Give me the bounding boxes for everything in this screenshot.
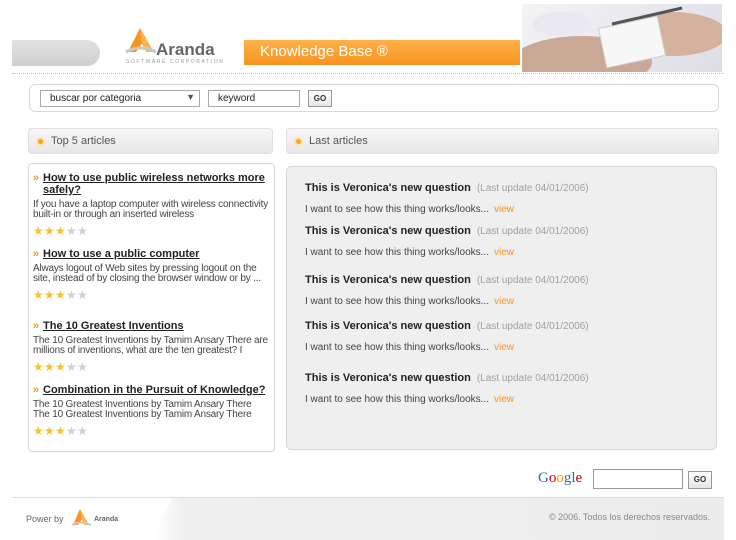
- google-letter: o: [556, 470, 564, 486]
- star-icon[interactable]: ★: [33, 225, 44, 237]
- site-footer: Power by Aranda © 2006. Todos los derech…: [12, 498, 724, 540]
- footer-logo-word: Aranda: [94, 516, 119, 523]
- category-select[interactable]: buscar por categoria ▼: [40, 90, 200, 107]
- article-description: The 10 Greatest Inventions by Tamim Ansa…: [33, 335, 268, 356]
- copyright-text: © 2006. Todos los derechos reservados.: [548, 512, 710, 522]
- last-articles-panel: This is Veronica's new question (Last upd…: [286, 166, 717, 450]
- search-go-button[interactable]: GO: [308, 90, 332, 107]
- last-update-text: (Last update 04/01/2006): [476, 226, 589, 237]
- page-title: Knowledge Base ®: [260, 43, 388, 60]
- rating-stars: ★★★★★: [33, 425, 269, 437]
- last-article-item: This is Veronica's new question (Last upd…: [305, 320, 705, 353]
- view-link[interactable]: view: [494, 394, 514, 405]
- logo-word: Aranda: [156, 40, 215, 59]
- star-icon[interactable]: ★: [77, 289, 88, 301]
- star-icon[interactable]: ★: [66, 289, 77, 301]
- star-icon[interactable]: ★: [77, 225, 88, 237]
- rating-stars: ★★★★★: [33, 225, 269, 237]
- last-update-text: (Last update 04/01/2006): [476, 373, 589, 384]
- chevron-down-icon[interactable]: ▼: [186, 92, 195, 102]
- power-by-text: Power by: [26, 514, 64, 524]
- last-articles-section-header: Last articles: [286, 128, 719, 154]
- google-letter: e: [575, 470, 583, 486]
- article-title-link[interactable]: How to use a public computer: [33, 248, 269, 260]
- star-icon[interactable]: ★: [33, 425, 44, 437]
- rating-stars: ★★★★★: [33, 361, 269, 373]
- star-icon[interactable]: ★: [33, 289, 44, 301]
- header-photo-hands-pen: [522, 4, 722, 72]
- bullet-icon: [36, 137, 45, 146]
- question-link[interactable]: This is Veronica's new question: [305, 320, 471, 332]
- star-icon[interactable]: ★: [77, 425, 88, 437]
- logo-subtext: SOFTWARE CORPORATION: [126, 59, 225, 65]
- question-link[interactable]: This is Veronica's new question: [305, 225, 471, 237]
- question-link[interactable]: This is Veronica's new question: [305, 274, 471, 286]
- google-go-button[interactable]: GO: [688, 471, 712, 489]
- star-icon[interactable]: ★: [66, 425, 77, 437]
- question-description: I want to see how this thing works/looks…: [305, 247, 489, 258]
- article-title-link[interactable]: The 10 Greatest Inventions: [33, 320, 269, 332]
- question-description: I want to see how this thing works/looks…: [305, 296, 489, 307]
- article-title-link[interactable]: How to use public wireless networks more…: [33, 172, 269, 196]
- article-description: The 10 Greatest Inventions by Tamim Ansa…: [33, 399, 252, 420]
- view-link[interactable]: view: [494, 247, 514, 258]
- footer-left: Power by Aranda: [12, 498, 172, 540]
- top5-article: The 10 Greatest Inventions The 10 Greate…: [33, 320, 269, 373]
- header-dotted-divider: [12, 73, 724, 74]
- search-panel: buscar por categoria ▼ keyword GO: [29, 84, 719, 112]
- google-letter: G: [538, 470, 549, 486]
- article-description: Always logout of Web sites by pressing l…: [33, 263, 261, 284]
- top5-article: How to use a public computer Always logo…: [33, 248, 269, 301]
- question-link[interactable]: This is Veronica's new question: [305, 372, 471, 384]
- footer-aranda-logo[interactable]: Aranda: [70, 506, 130, 530]
- top5-article: Combination in the Pursuit of Knowledge?…: [33, 384, 269, 437]
- top5-heading: Top 5 articles: [51, 135, 116, 147]
- star-icon[interactable]: ★: [66, 225, 77, 237]
- view-link[interactable]: view: [494, 204, 514, 215]
- star-icon[interactable]: ★: [44, 361, 55, 373]
- last-update-text: (Last update 04/01/2006): [476, 183, 589, 194]
- header-gray-tab: [12, 40, 100, 66]
- google-logo: Google: [538, 470, 582, 487]
- last-article-item: This is Veronica's new question (Last upd…: [305, 372, 705, 405]
- question-description: I want to see how this thing works/looks…: [305, 394, 489, 405]
- star-icon[interactable]: ★: [33, 361, 44, 373]
- last-update-text: (Last update 04/01/2006): [476, 321, 589, 332]
- rating-stars: ★★★★★: [33, 289, 269, 301]
- star-icon[interactable]: ★: [55, 225, 66, 237]
- google-search-input[interactable]: [593, 469, 683, 489]
- last-article-item: This is Veronica's new question (Last upd…: [305, 274, 705, 307]
- star-icon[interactable]: ★: [44, 425, 55, 437]
- star-icon[interactable]: ★: [77, 361, 88, 373]
- question-link[interactable]: This is Veronica's new question: [305, 182, 471, 194]
- aranda-logo[interactable]: Aranda SOFTWARE CORPORATION: [122, 20, 242, 68]
- star-icon[interactable]: ★: [44, 225, 55, 237]
- view-link[interactable]: view: [494, 296, 514, 307]
- star-icon[interactable]: ★: [55, 289, 66, 301]
- bullet-icon: [294, 137, 303, 146]
- top5-article: How to use public wireless networks more…: [33, 172, 269, 237]
- view-link[interactable]: view: [494, 342, 514, 353]
- star-icon[interactable]: ★: [55, 361, 66, 373]
- hands-pen-illustration-icon: [522, 6, 722, 72]
- question-description: I want to see how this thing works/looks…: [305, 204, 489, 215]
- article-title-link[interactable]: Combination in the Pursuit of Knowledge?: [33, 384, 269, 396]
- keyword-input[interactable]: keyword: [208, 90, 300, 107]
- star-icon[interactable]: ★: [66, 361, 77, 373]
- knowledge-base-banner: Knowledge Base ®: [244, 40, 520, 65]
- star-icon[interactable]: ★: [44, 289, 55, 301]
- aranda-logo-icon: [71, 509, 92, 526]
- article-description: If you have a laptop computer with wirel…: [33, 199, 269, 220]
- last-article-item: This is Veronica's new question (Last upd…: [305, 182, 705, 215]
- top5-section-header: Top 5 articles: [28, 128, 273, 154]
- last-update-text: (Last update 04/01/2006): [476, 275, 589, 286]
- last-articles-heading: Last articles: [309, 135, 368, 147]
- star-icon[interactable]: ★: [55, 425, 66, 437]
- category-select-value: buscar por categoria: [50, 93, 142, 104]
- question-description: I want to see how this thing works/looks…: [305, 342, 489, 353]
- site-header: Aranda SOFTWARE CORPORATION Knowledge Ba…: [0, 0, 736, 76]
- last-article-item: This is Veronica's new question (Last upd…: [305, 225, 705, 258]
- top5-articles-panel: How to use public wireless networks more…: [28, 163, 275, 452]
